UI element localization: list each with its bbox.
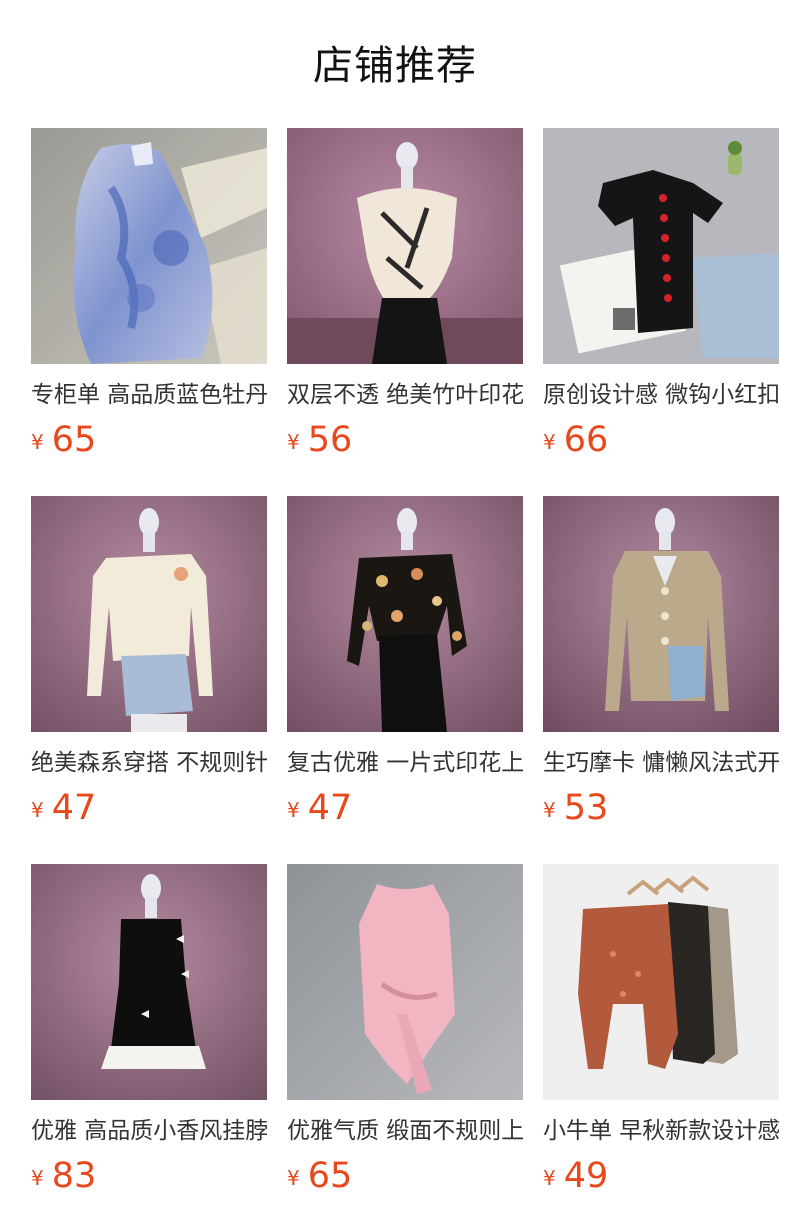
- product-name[interactable]: 复古优雅 一片式印花上衣: [287, 748, 523, 778]
- currency-symbol: ¥: [287, 1166, 300, 1190]
- currency-symbol: ¥: [287, 798, 300, 822]
- cream-knit-top-photo[interactable]: [31, 496, 267, 732]
- product-card[interactable]: 优雅 高品质小香风挂脖连衣裙 ¥83: [31, 864, 267, 1232]
- product-name[interactable]: 原创设计感 微钩小红扣针织衫: [543, 380, 779, 410]
- floral-wrap-blouse-photo[interactable]: [287, 496, 523, 732]
- product-name[interactable]: 优雅 高品质小香风挂脖连衣裙: [31, 1116, 267, 1146]
- price-value: 47: [307, 788, 353, 828]
- product-price: ¥47: [31, 788, 267, 834]
- product-name[interactable]: 小牛单 早秋新款设计感蕾丝衫: [543, 1116, 779, 1146]
- product-name[interactable]: 生巧摩卡 慵懒风法式开衫: [543, 748, 779, 778]
- bamboo-print-top-photo[interactable]: [287, 128, 523, 364]
- product-name[interactable]: 优雅气质 缎面不规则上衣: [287, 1116, 523, 1146]
- price-value: 83: [51, 1156, 97, 1196]
- product-price: ¥49: [543, 1156, 779, 1202]
- product-price: ¥65: [31, 420, 267, 466]
- product-name[interactable]: 专柜单 高品质蓝色牡丹印花衬衫: [31, 380, 267, 410]
- black-halter-dress-photo[interactable]: [31, 864, 267, 1100]
- product-price: ¥65: [287, 1156, 523, 1202]
- product-price: ¥66: [543, 420, 779, 466]
- product-card[interactable]: 绝美森系穿搭 不规则针织上衣 ¥47: [31, 496, 267, 864]
- product-price: ¥56: [287, 420, 523, 466]
- product-card[interactable]: 原创设计感 微钩小红扣针织衫 ¥66: [543, 128, 779, 496]
- beige-cardigan-photo[interactable]: [543, 496, 779, 732]
- shop-recommendation-page: 店铺推荐 专柜单 高品质蓝色牡丹 ¥ 65 双层不透 绝美竹叶印花 ¥ 56 原…: [0, 0, 790, 1232]
- currency-symbol: ¥: [543, 1166, 556, 1190]
- product-card[interactable]: 小牛单 早秋新款设计感蕾丝衫 ¥49: [543, 864, 779, 1232]
- currency-symbol: ¥: [543, 798, 556, 822]
- currency-symbol: ¥: [31, 798, 44, 822]
- product-name[interactable]: 双层不透 绝美竹叶印花上衣: [287, 380, 523, 410]
- price-value: 65: [51, 420, 97, 460]
- product-grid: 专柜单 高品质蓝色牡丹印花衬衫 ¥65: [31, 128, 779, 1232]
- product-card[interactable]: 复古优雅 一片式印花上衣 ¥47: [287, 496, 523, 864]
- price-value: 66: [563, 420, 609, 460]
- product-card[interactable]: 专柜单 高品质蓝色牡丹印花衬衫 ¥65: [31, 128, 267, 496]
- currency-symbol: ¥: [543, 430, 556, 454]
- price-value: 49: [563, 1156, 609, 1196]
- currency-symbol: ¥: [31, 1166, 44, 1190]
- currency-symbol: ¥: [287, 430, 300, 454]
- product-card[interactable]: 生巧摩卡 慵懒风法式开衫 ¥53: [543, 496, 779, 864]
- price-value: 47: [51, 788, 97, 828]
- product-card[interactable]: 优雅气质 缎面不规则上衣 ¥65: [287, 864, 523, 1232]
- section-title: 店铺推荐: [313, 43, 477, 89]
- price-value: 65: [307, 1156, 353, 1196]
- price-value: 56: [307, 420, 353, 460]
- currency-symbol: ¥: [31, 430, 44, 454]
- product-price: ¥47: [287, 788, 523, 834]
- product-card[interactable]: 双层不透 绝美竹叶印花上衣 ¥56: [287, 128, 523, 496]
- lace-tops-hangers-photo[interactable]: [543, 864, 779, 1100]
- blue-floral-shirt-photo[interactable]: [31, 128, 267, 364]
- black-knit-red-buttons-photo[interactable]: [543, 128, 779, 364]
- price-value: 53: [563, 788, 609, 828]
- product-price: ¥53: [543, 788, 779, 834]
- pink-satin-top-photo[interactable]: [287, 864, 523, 1100]
- product-name[interactable]: 绝美森系穿搭 不规则针织上衣: [31, 748, 267, 778]
- product-price: ¥83: [31, 1156, 267, 1202]
